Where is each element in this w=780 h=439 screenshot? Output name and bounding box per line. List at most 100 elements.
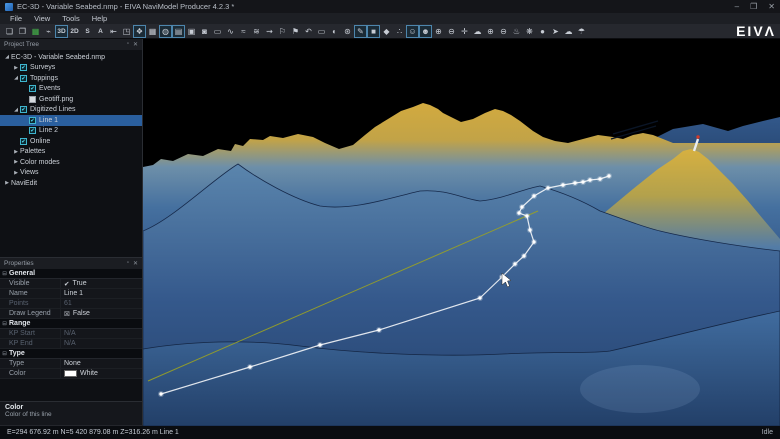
property-row-points[interactable]: Points61 — [0, 299, 142, 309]
select-square-button[interactable]: ■ — [367, 25, 380, 38]
tree-item-color-modes[interactable]: ▶Color modes — [0, 157, 142, 168]
tree-item-line-1[interactable]: ✔Line 1 — [0, 115, 142, 126]
collapse-icon[interactable]: ⊟ — [0, 321, 9, 327]
tree-item-toppings[interactable]: ◢✔Toppings — [0, 73, 142, 84]
collapse-icon[interactable]: ⊟ — [0, 351, 9, 357]
profile-dual-button[interactable]: ≈ — [237, 25, 250, 38]
view-2d-button[interactable]: 2D — [68, 25, 81, 38]
tree-item-digitized-lines[interactable]: ◢✔Digitized Lines — [0, 105, 142, 116]
expander-icon[interactable]: ◢ — [12, 75, 20, 81]
scanner-button[interactable]: ♨ — [510, 25, 523, 38]
minimize-button[interactable]: – — [735, 2, 739, 11]
visibility-checkbox[interactable]: ✔ — [20, 138, 27, 145]
pin-icon[interactable]: ▫ — [127, 41, 129, 48]
smooth-alt-button[interactable]: ☻ — [419, 25, 432, 38]
property-section-type[interactable]: ⊟Type — [0, 349, 142, 359]
view-3d-button[interactable]: 3D — [55, 25, 68, 38]
tree-item-views[interactable]: ▶Views — [0, 168, 142, 179]
route-button[interactable]: ⇝ — [263, 25, 276, 38]
3d-viewport[interactable] — [143, 39, 780, 425]
remove-node-button[interactable]: ⊖ — [497, 25, 510, 38]
waypoint-button[interactable]: ⚐ — [276, 25, 289, 38]
menu-item-view[interactable]: View — [28, 14, 56, 23]
close-button[interactable]: ✕ — [768, 2, 775, 11]
expander-icon[interactable]: ◢ — [12, 107, 20, 113]
xyz-export-button[interactable]: ✛ — [458, 25, 471, 38]
property-section-range[interactable]: ⊟Range — [0, 319, 142, 329]
grid-button[interactable]: ▦ — [146, 25, 159, 38]
visibility-checkbox[interactable]: ✔ — [20, 64, 27, 71]
property-value[interactable]: None — [60, 359, 142, 368]
expander-icon[interactable]: ▶ — [3, 180, 11, 186]
menu-item-tools[interactable]: Tools — [56, 14, 86, 23]
profile-multi-button[interactable]: ≋ — [250, 25, 263, 38]
property-row-kp-end[interactable]: KP EndN/A — [0, 339, 142, 349]
data-table-button[interactable]: ▤ — [172, 25, 185, 38]
tree-item-palettes[interactable]: ▶Palettes — [0, 147, 142, 158]
pin-icon[interactable]: ▫ — [127, 260, 129, 267]
visibility-checkbox[interactable]: ✔ — [29, 85, 36, 92]
contrast-button[interactable]: ◐ — [328, 25, 341, 38]
expander-icon[interactable]: ◢ — [3, 54, 11, 60]
property-row-name[interactable]: NameLine 1 — [0, 289, 142, 299]
smooth-button[interactable]: ☺ — [406, 25, 419, 38]
maximize-button[interactable]: ❐ — [750, 2, 757, 11]
profile-single-button[interactable]: ∿ — [224, 25, 237, 38]
collapse-icon[interactable]: ⊟ — [0, 271, 9, 277]
tree-item-surveys[interactable]: ▶✔Surveys — [0, 63, 142, 74]
visibility-checkbox[interactable]: ✔ — [29, 117, 36, 124]
visibility-checkbox[interactable]: ✔ — [20, 106, 27, 113]
add-point-button[interactable]: ⊕ — [432, 25, 445, 38]
tree-item-online[interactable]: ✔Online — [0, 136, 142, 147]
auto-view-button[interactable]: A — [94, 25, 107, 38]
select-rectangle-button[interactable]: ▭ — [315, 25, 328, 38]
undo-curve-button[interactable]: ↶ — [302, 25, 315, 38]
tree-item-line-2[interactable]: ✔Line 2 — [0, 126, 142, 137]
point-cloud-button[interactable]: ∴ — [393, 25, 406, 38]
remove-point-button[interactable]: ⊖ — [445, 25, 458, 38]
properties-header[interactable]: Properties ▫ ✕ — [0, 258, 142, 269]
close-icon[interactable]: ✕ — [133, 41, 138, 48]
blob-button[interactable]: ● — [536, 25, 549, 38]
project-tree-header[interactable]: Project Tree ▫ ✕ — [0, 39, 142, 50]
visibility-checkbox[interactable] — [29, 96, 36, 103]
property-row-kp-start[interactable]: KP StartN/A — [0, 329, 142, 339]
connect-button[interactable]: ⌁ — [42, 25, 55, 38]
shading-button[interactable]: ❖ — [133, 25, 146, 38]
menu-item-file[interactable]: File — [4, 14, 28, 23]
bounding-box-button[interactable]: ◳ — [120, 25, 133, 38]
expander-icon[interactable]: ▶ — [12, 159, 20, 165]
cloud-upload-button[interactable]: ☁ — [562, 25, 575, 38]
save-project-button[interactable]: ▦ — [29, 25, 42, 38]
tree-item-geotiff-png[interactable]: Geotiff.png — [0, 94, 142, 105]
menu-item-help[interactable]: Help — [86, 14, 113, 23]
view-single-button[interactable]: S — [81, 25, 94, 38]
new-project-button[interactable]: ❏ — [3, 25, 16, 38]
geo-reference-button[interactable]: ◍ — [159, 25, 172, 38]
open-project-button[interactable]: ❐ — [16, 25, 29, 38]
visibility-checkbox[interactable]: ✔ — [29, 127, 36, 134]
cloud-sync-button[interactable]: ☁ — [471, 25, 484, 38]
expander-icon[interactable]: ▶ — [12, 149, 20, 155]
expander-icon[interactable]: ▶ — [12, 65, 20, 71]
property-value[interactable]: ☒False — [60, 309, 142, 318]
waypoint-alt-button[interactable]: ⚑ — [289, 25, 302, 38]
spray-button[interactable]: ❋ — [523, 25, 536, 38]
property-value[interactable]: Line 1 — [60, 289, 142, 298]
visibility-checkbox[interactable]: ✔ — [20, 75, 27, 82]
palette-button[interactable]: ⊛ — [341, 25, 354, 38]
import-button[interactable]: ⇤ — [107, 25, 120, 38]
screenshot-image-button[interactable]: ▣ — [185, 25, 198, 38]
pointer-button[interactable]: ➤ — [549, 25, 562, 38]
property-section-general[interactable]: ⊟General — [0, 269, 142, 279]
property-value[interactable]: 61 — [60, 299, 142, 308]
expander-icon[interactable]: ▶ — [12, 170, 20, 176]
tree-item-naviedit[interactable]: ▶NaviEdit — [0, 178, 142, 189]
fill-button[interactable]: ◆ — [380, 25, 393, 38]
property-value[interactable]: N/A — [60, 339, 142, 348]
property-row-visible[interactable]: Visible✔True — [0, 279, 142, 289]
digitize-pen-button[interactable]: ✎ — [354, 25, 367, 38]
tree-item-events[interactable]: ✔Events — [0, 84, 142, 95]
add-node-button[interactable]: ⊕ — [484, 25, 497, 38]
property-row-type[interactable]: TypeNone — [0, 359, 142, 369]
